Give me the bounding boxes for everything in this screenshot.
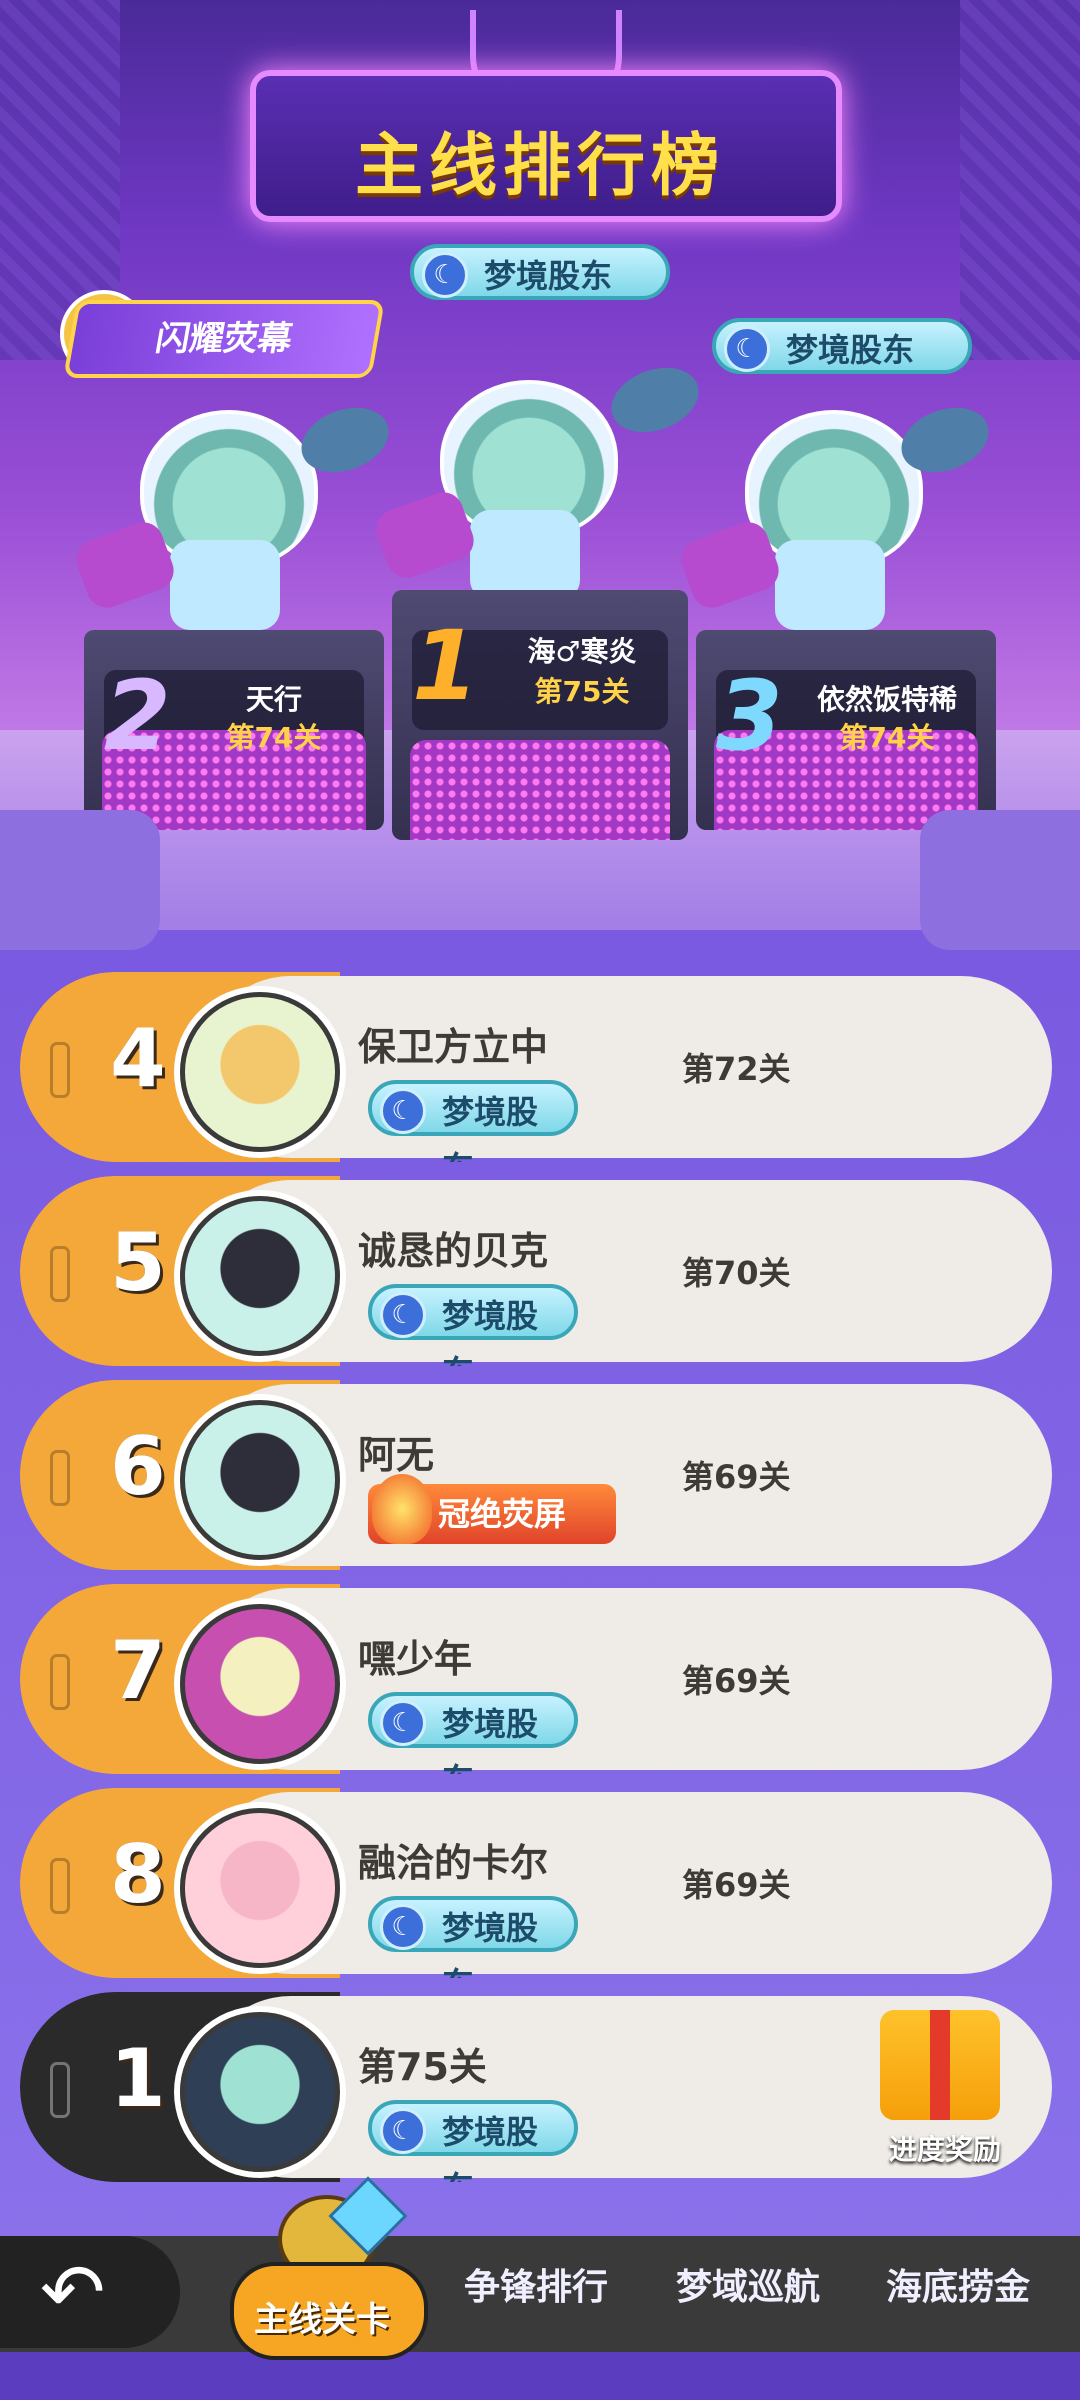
rank-number: 7 [110,1624,166,1717]
podium-1-badge: ☾ 梦境股东 [410,244,670,300]
rank-row[interactable]: 5 诚恳的贝克 ☾梦境股东 第70关 [20,1176,1056,1366]
rank-number: 8 [110,1828,166,1921]
player-level: 第72关 [682,1050,791,1088]
avatar [180,1808,340,1968]
fire-title-badge: 冠绝荧屏 [368,1474,616,1544]
moon-icon: ☾ [380,1904,426,1950]
podium-rank: 3 [716,660,783,772]
dream-badge: ☾梦境股东 [368,1692,578,1774]
my-level: 第75关 [358,2045,487,2089]
avatar [180,1604,340,1764]
rank-row[interactable]: 8 融洽的卡尔 ☾梦境股东 第69关 [20,1788,1056,1978]
tab-main-stage[interactable]: 主线关卡 [230,2262,428,2360]
podium-name: 依然饭特稀 [816,683,957,716]
podium-level: 第74关 [839,721,935,754]
rank-number: 4 [110,1012,166,1105]
tab-compete-rank[interactable]: 争锋排行 [464,2258,608,2310]
dream-badge: ☾梦境股东 [368,1284,578,1366]
player-level: 第69关 [682,1458,791,1496]
player-name: 诚恳的贝克 [358,1229,549,1273]
dream-badge: ☾梦境股东 [368,1080,578,1162]
rank-row[interactable]: 6 阿无 冠绝荧屏 第69关 [20,1380,1056,1570]
avatar [180,1196,340,1356]
avatar [180,992,340,1152]
my-rank-number: 1 [110,2032,166,2125]
player-name: 融洽的卡尔 [358,1841,549,1885]
podium-3[interactable]: 3 依然饭特稀 第74关 [696,630,996,830]
rank-row[interactable]: 4 保卫方立中 ☾梦境股东 第72关 [20,972,1056,1162]
progress-reward-label[interactable]: 进度奖励 [870,2128,1020,2168]
moon-icon: ☾ [724,326,770,372]
avatar [180,1400,340,1560]
podium-name: 海♂寒炎 [527,635,637,668]
my-avatar [180,2012,340,2172]
player-level: 第70关 [682,1254,791,1292]
rank-number: 5 [110,1216,166,1309]
page-title: 主线排行榜 [354,127,725,206]
player-name: 保卫方立中 [358,1025,549,1069]
dream-badge: ☾梦境股东 [368,2100,578,2182]
speaker-right-icon [920,810,1080,950]
back-arrow-icon: ↶ [40,2248,106,2338]
shine-title-badge: 闪耀荧幕 [63,300,385,378]
flame-icon [372,1474,432,1544]
player-name: 嘿少年 [358,1637,473,1681]
moon-icon: ☾ [422,252,468,298]
tab-dream-cruise[interactable]: 梦域巡航 [676,2258,820,2310]
podium-2[interactable]: 2 天行 第74关 [84,630,384,830]
back-button[interactable]: ↶ [0,2236,180,2348]
rank-row[interactable]: 7 嘿少年 ☾梦境股东 第69关 [20,1584,1056,1774]
tab-sea-gold[interactable]: 海底捞金 [886,2258,1030,2310]
moon-icon: ☾ [380,1088,426,1134]
rank-number: 6 [110,1420,166,1513]
player-name: 阿无 [358,1433,435,1477]
podium-1[interactable]: 1 海♂寒炎 第75关 [392,590,688,840]
moon-icon: ☾ [380,2108,426,2154]
podium-3-badge: ☾ 梦境股东 [712,318,972,374]
speaker-left-icon [0,810,160,950]
podium-rank: 2 [104,660,171,772]
moon-icon: ☾ [380,1292,426,1338]
gift-box-icon[interactable] [880,2010,1000,2120]
moon-icon: ☾ [380,1700,426,1746]
podium-level: 第75关 [534,675,630,708]
stage-curtain-right [960,0,1080,360]
dream-badge: ☾梦境股东 [368,1896,578,1978]
player-level: 第69关 [682,1662,791,1700]
podium-rank: 1 [412,610,479,722]
podium-name: 天行 [245,683,302,716]
podium-level: 第74关 [226,721,322,754]
player-level: 第69关 [682,1866,791,1904]
